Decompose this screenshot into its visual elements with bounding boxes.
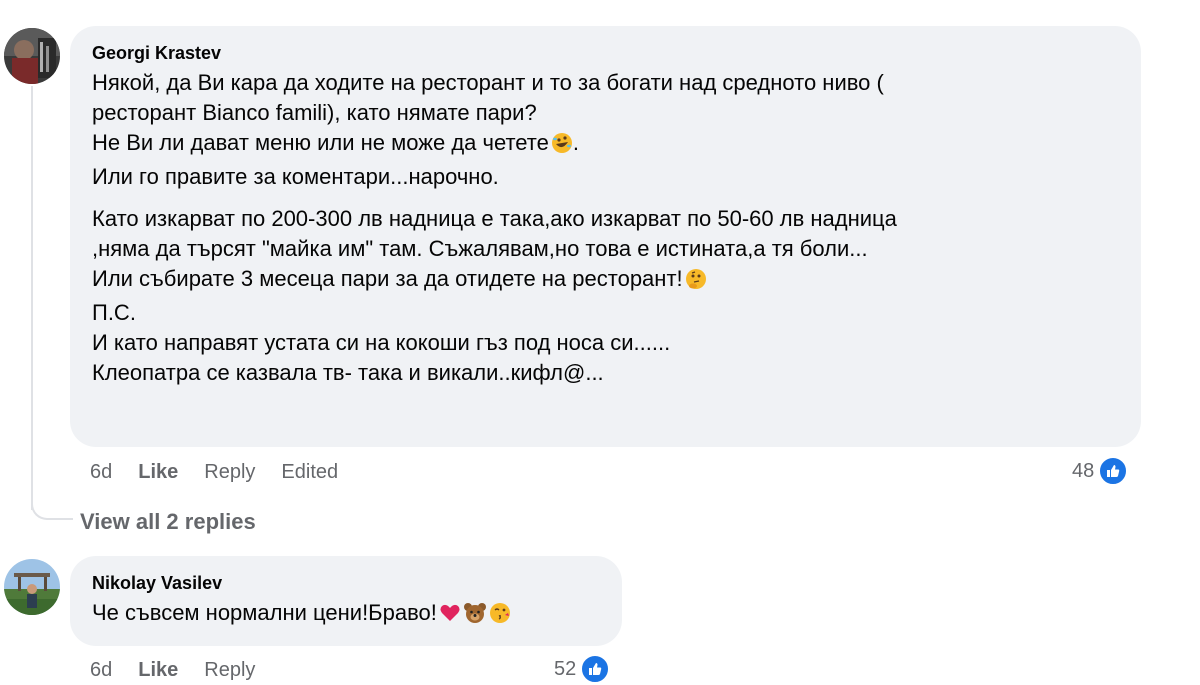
comment-text-line: Клеопатра се казвала тв- така и викали..… [92, 360, 604, 385]
comment-author[interactable]: Georgi Krastev [92, 42, 1119, 64]
thread-connector-curve [31, 490, 73, 520]
red-heart-emoji [439, 602, 461, 632]
thread-connector-line [31, 86, 33, 510]
comment-bubble: Nikolay Vasilev Че съвсем нормални цени!… [70, 556, 622, 646]
reactions-count: 52 [554, 657, 577, 680]
comment-text-fragment: Или събирате 3 месеца пари за да отидете… [92, 266, 683, 291]
bear-emoji [463, 602, 487, 632]
edited-label[interactable]: Edited [281, 461, 338, 484]
comment-text-line: Не Ви ли дават меню или не може да четет… [92, 128, 1119, 162]
rofl-emoji [551, 132, 573, 162]
comment-author[interactable]: Nikolay Vasilev [92, 572, 600, 594]
comment-text-fragment: . [572, 130, 580, 155]
thumbs-up-icon [580, 654, 611, 684]
avatar-georgi-krastev[interactable] [4, 28, 60, 84]
kiss-face-emoji [489, 602, 511, 632]
comment-bubble: Georgi Krastev Някой, да Ви кара да ходи… [70, 26, 1141, 447]
comment-text-line: Или го правите за коментари...нарочно. [92, 164, 499, 189]
thinking-emoji [685, 268, 707, 298]
avatar-nikolay-vasilev[interactable] [4, 559, 60, 615]
reply-button[interactable]: Reply [204, 461, 255, 484]
comment-text-line: И като направят устата си на кокоши гъз … [92, 330, 671, 355]
view-replies-link[interactable]: View all 2 replies [80, 508, 256, 536]
like-button[interactable]: Like [138, 461, 178, 484]
reactions-summary[interactable]: 52 [554, 653, 611, 685]
reactions-count: 48 [1072, 459, 1095, 482]
comment-text-fragment: Че съвсем нормални цени!Браво! [92, 600, 437, 625]
thumbs-up-icon [1098, 456, 1129, 486]
like-button[interactable]: Like [138, 659, 178, 682]
comment-text-line: Че съвсем нормални цени!Браво! [92, 598, 600, 632]
comment-actions: 6d Like Reply [90, 657, 281, 683]
comment-text-line: ,няма да търсят "майка им" там. Съжалява… [92, 236, 868, 261]
comment-text-line: Или събирате 3 месеца пари за да отидете… [92, 264, 1119, 298]
comment-actions: 6d Like Reply Edited [90, 459, 364, 485]
comment-text-fragment: Не Ви ли дават меню или не може да четет… [92, 130, 549, 155]
comment-timestamp[interactable]: 6d [90, 461, 112, 484]
comment-text-line: ресторант Bianco famili), като нямате па… [92, 100, 537, 125]
reply-button[interactable]: Reply [204, 659, 255, 682]
comment-text-line: Като изкарват по 200-300 лв надница е та… [92, 206, 897, 231]
comment-text-line: П.С. [92, 300, 136, 325]
reactions-summary[interactable]: 48 [1072, 455, 1129, 487]
comment-text-line: Някой, да Ви кара да ходите на ресторант… [92, 70, 884, 95]
comment-timestamp[interactable]: 6d [90, 659, 112, 682]
